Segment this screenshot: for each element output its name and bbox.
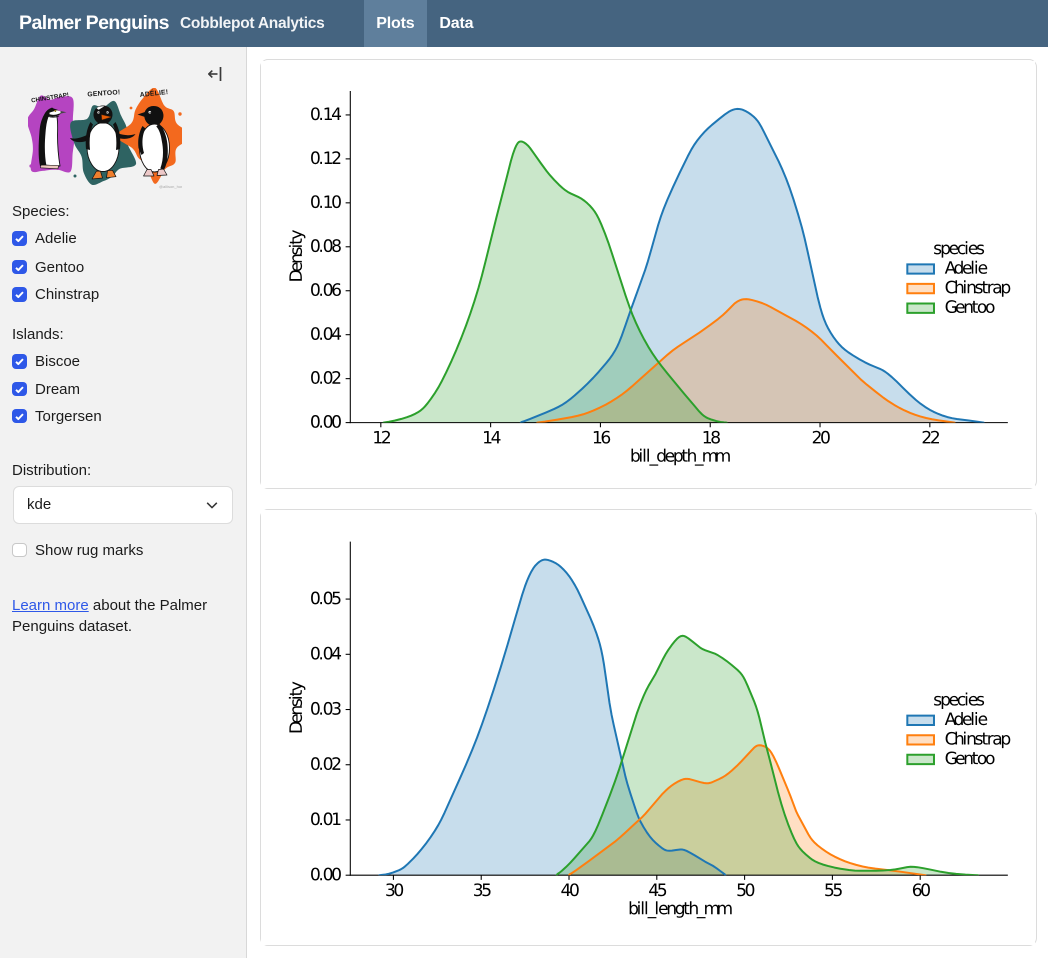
svg-text:@allison_horst: @allison_horst: [159, 184, 182, 189]
svg-text:GENTOO!: GENTOO!: [87, 89, 120, 98]
svg-text:ADÉLIE!: ADÉLIE!: [139, 88, 168, 99]
